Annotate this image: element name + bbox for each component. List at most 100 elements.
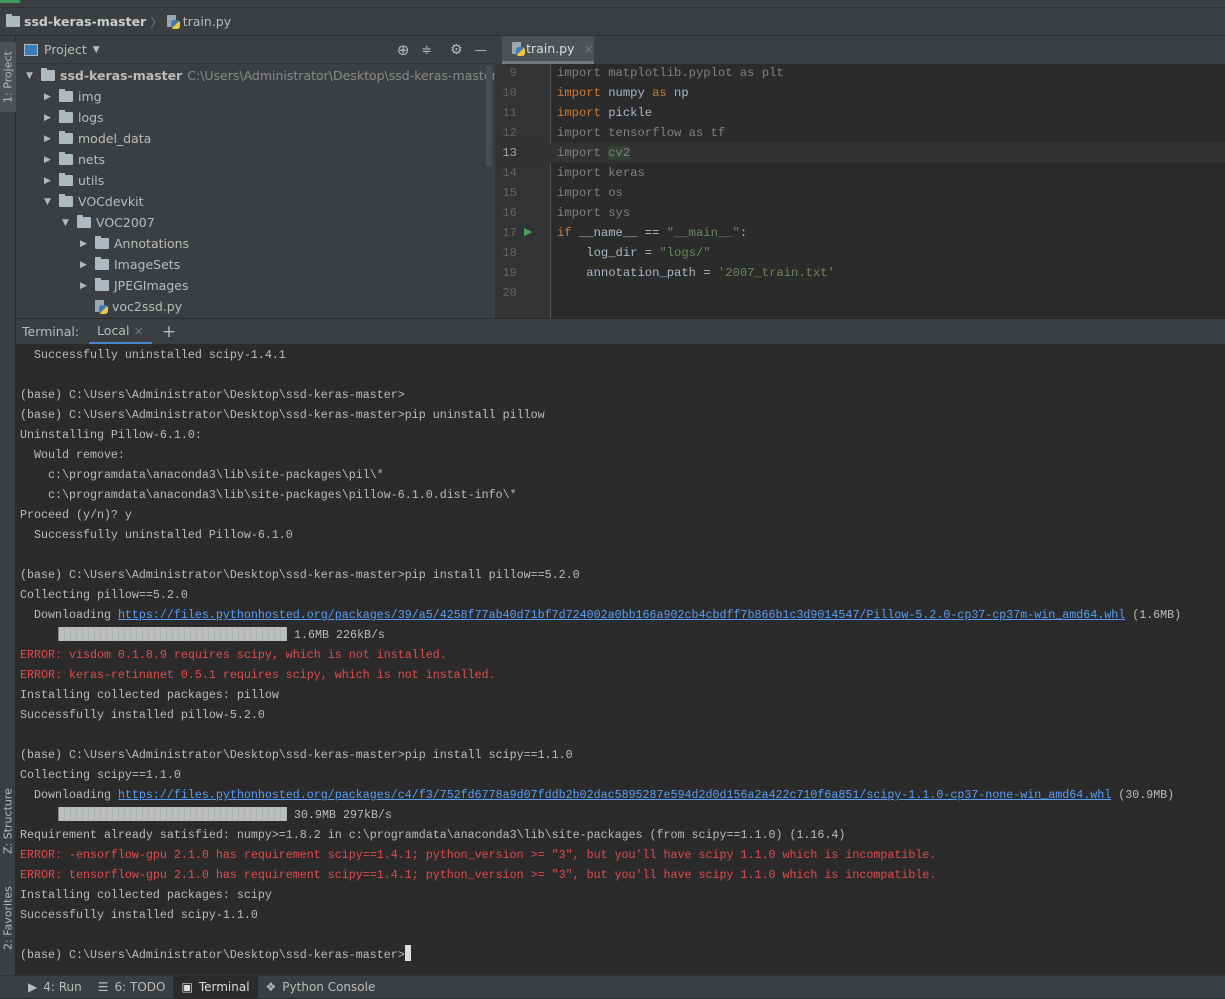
code-token: import keras — [557, 166, 645, 180]
folder-icon — [59, 89, 73, 102]
folder-icon — [95, 278, 109, 291]
terminal-output[interactable]: Successfully uninstalled scipy-1.4.1 (bas… — [16, 344, 1225, 975]
favorites-tool-tab[interactable]: 2: Favorites — [0, 876, 16, 961]
line-text: Would remove: — [20, 448, 125, 462]
chevron-down-icon[interactable]: ▼ — [93, 45, 100, 55]
expanded-arrow-icon[interactable]: ▼ — [62, 218, 72, 228]
collapsed-arrow-icon[interactable]: ▶ — [44, 155, 54, 165]
tree-item[interactable]: ▼ VOCdevkit — [44, 191, 144, 212]
bottom-tab-python-console[interactable]: ❖ Python Console — [258, 976, 384, 999]
close-icon[interactable]: × — [133, 323, 143, 338]
code-line: 13 import cv2 — [495, 143, 1225, 163]
code-text: import keras — [557, 163, 645, 183]
locate-icon[interactable]: ⊕ — [397, 41, 410, 59]
breadcrumb-project[interactable]: ssd-keras-master — [24, 14, 146, 29]
code-token: import sys — [557, 206, 631, 220]
bottom-tab-terminal[interactable]: ▣ Terminal — [173, 975, 258, 999]
bottom-tab-4-run[interactable]: ▶ 4: Run — [20, 976, 90, 999]
terminal-line: c:\programdata\anaconda3\lib\site-packag… — [20, 465, 384, 485]
python-file-icon — [95, 299, 108, 314]
line-text: Collecting pillow==5.2.0 — [20, 588, 188, 602]
collapsed-arrow-icon[interactable]: ▶ — [80, 239, 90, 249]
folder-icon — [59, 194, 73, 207]
tree-item[interactable]: voc2ssd.py — [80, 296, 182, 317]
structure-tool-tab[interactable]: Z: Structure — [0, 776, 16, 866]
terminal-line: (base) C:\Users\Administrator\Desktop\ss… — [20, 385, 405, 405]
code-line: 11 import pickle — [495, 103, 1225, 123]
code-text: import matplotlib.pyplot as plt — [557, 63, 784, 83]
tree-item[interactable]: ▼ ssd-keras-master C:\Users\Administrator\… — [26, 65, 497, 86]
tree-item-label: utils — [78, 173, 105, 188]
folder-icon — [59, 173, 73, 186]
terminal-error-line: ERROR: visdom 0.1.8.9 requires scipy, wh… — [20, 645, 447, 665]
tree-item-label: nets — [78, 152, 106, 167]
line-text: (base) C:\Users\Administrator\Desktop\ss… — [20, 408, 545, 422]
tab-local[interactable]: Local × — [89, 319, 152, 345]
terminal-line: Uninstalling Pillow-6.1.0: — [20, 425, 202, 445]
terminal-line: Requirement already satisfied: numpy>=1.… — [20, 825, 845, 845]
tab-train-py[interactable]: train.py × — [502, 36, 594, 64]
list-icon: ☰ — [97, 980, 109, 994]
tree-item[interactable]: ▶ logs — [44, 107, 104, 128]
line-number: 12 — [502, 126, 517, 140]
line-text: Successfully installed scipy-1.1.0 — [20, 908, 258, 922]
close-icon[interactable]: × — [584, 41, 594, 56]
tree-item[interactable]: ▶ ImageSets — [80, 254, 180, 275]
code-text: import os — [557, 183, 623, 203]
code-text: annotation_path = '2007_train.txt' — [557, 263, 835, 283]
code-text: import numpy as np — [557, 83, 689, 103]
progress-bar — [58, 807, 287, 821]
tree-item-label: VOCdevkit — [78, 194, 144, 209]
hide-icon[interactable]: — — [475, 42, 488, 57]
collapsed-arrow-icon[interactable]: ▶ — [44, 134, 54, 144]
code-line: 14 import keras — [495, 163, 1225, 183]
tree-item[interactable]: ▶ JPEGImages — [80, 275, 188, 296]
terminal-line: 30.9MB 297kB/s — [20, 805, 392, 825]
project-panel-header: Project ▼ ⊕ ≑ ⚙ — — [16, 36, 495, 64]
collapsed-arrow-icon[interactable]: ▶ — [44, 113, 54, 123]
collapsed-arrow-icon[interactable]: ▶ — [80, 260, 90, 270]
run-icon[interactable]: ▶ — [524, 223, 532, 243]
collapse-all-icon[interactable]: ≑ — [421, 42, 431, 57]
line-text: ERROR: keras-retinanet 0.5.1 requires sc… — [20, 668, 496, 682]
tree-item[interactable]: ▶ model_data — [44, 128, 151, 149]
code-token: __name__ == — [578, 226, 667, 240]
code-line: 12 import tensorflow as tf — [495, 123, 1225, 143]
terminal-line: Collecting pillow==5.2.0 — [20, 585, 188, 605]
line-text: ERROR: tensorflow-gpu 2.1.0 has requirem… — [20, 868, 937, 882]
code-line: 18 log_dir = "logs/" — [495, 243, 1225, 263]
gear-icon[interactable]: ⚙ — [450, 42, 463, 58]
terminal-line: Installing collected packages: pillow — [20, 685, 279, 705]
bottom-tab-6-todo[interactable]: ☰ 6: TODO — [90, 976, 174, 999]
tree-item[interactable]: ▼ VOC2007 — [62, 212, 155, 233]
expanded-arrow-icon[interactable]: ▼ — [44, 197, 54, 207]
tree-item[interactable]: ▶ nets — [44, 149, 105, 170]
add-terminal-icon[interactable]: + — [162, 322, 176, 342]
code-line: 9 import matplotlib.pyplot as plt — [495, 63, 1225, 83]
line-number: 20 — [502, 286, 517, 300]
editor: train.py × 9 import matplotlib.pyplot as … — [495, 36, 1225, 318]
download-link[interactable]: https://files.pythonhosted.org/packages/… — [118, 608, 1125, 622]
expanded-arrow-icon[interactable]: ▼ — [26, 71, 36, 81]
project-view-dropdown[interactable]: Project — [44, 42, 87, 57]
breadcrumb-file[interactable]: train.py — [183, 14, 231, 29]
folder-icon — [95, 236, 109, 249]
terminal-line: Successfully installed scipy-1.1.0 — [20, 905, 258, 925]
folder-icon — [77, 215, 91, 228]
navigation-bar: ssd-keras-master 〉 train.py — [0, 8, 1225, 36]
tree-scrollbar[interactable] — [486, 66, 492, 166]
tree-item[interactable]: ▶ Annotations — [80, 233, 189, 254]
collapsed-arrow-icon[interactable]: ▶ — [44, 176, 54, 186]
line-text: Installing collected packages: scipy — [20, 888, 272, 902]
tree-item[interactable]: ▶ img — [44, 86, 102, 107]
line-number: 13 — [502, 146, 517, 160]
code-token: "__main__" — [666, 226, 740, 240]
project-tool-tab[interactable]: 1: Project — [0, 42, 16, 112]
terminal-line: Successfully installed pillow-5.2.0 — [20, 705, 265, 725]
tree-item[interactable]: ▶ utils — [44, 170, 104, 191]
folder-icon — [59, 152, 73, 165]
editor-tab-bar: train.py × — [495, 36, 1225, 64]
collapsed-arrow-icon[interactable]: ▶ — [80, 281, 90, 291]
collapsed-arrow-icon[interactable]: ▶ — [44, 92, 54, 102]
download-link[interactable]: https://files.pythonhosted.org/packages/… — [118, 788, 1111, 802]
